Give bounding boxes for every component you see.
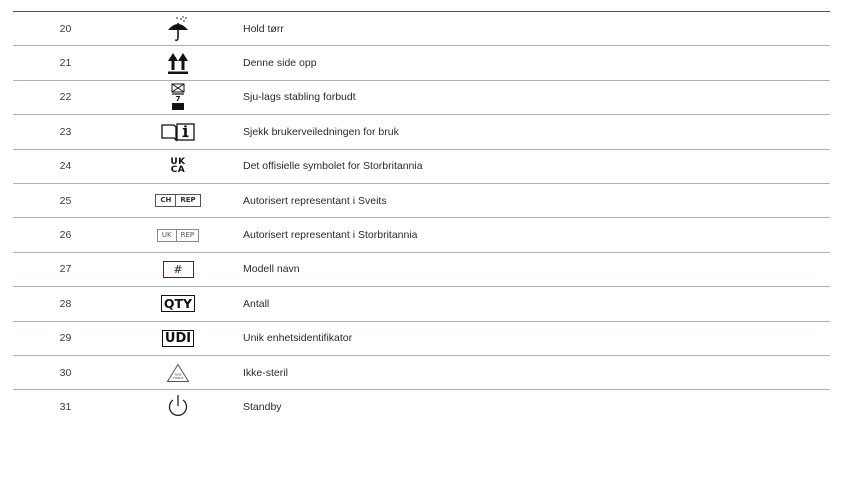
row-description: Unik enhetsidentifikator bbox=[243, 332, 353, 345]
table-row: 21 Denne side opp bbox=[13, 46, 830, 81]
stacking-limit-number: 7 bbox=[176, 95, 181, 103]
row-number: 29 bbox=[59, 332, 72, 345]
row-number: 30 bbox=[59, 366, 72, 379]
non-sterile-icon: NON STERILE bbox=[166, 363, 190, 382]
row-description: Hold tørr bbox=[243, 22, 284, 35]
row-number: 27 bbox=[59, 263, 72, 276]
table-row: 27 # Modell navn bbox=[13, 253, 830, 288]
row-description: Sju-lags stabling forbudt bbox=[243, 91, 356, 104]
instructions-for-use-icon bbox=[161, 123, 195, 142]
row-number: 24 bbox=[59, 160, 72, 173]
row-number: 25 bbox=[59, 194, 72, 207]
stacking-limit-icon: 7 bbox=[171, 83, 185, 111]
row-number: 31 bbox=[59, 401, 72, 414]
quantity-label: QTY bbox=[160, 295, 196, 313]
row-description: Det offisielle symbolet for Storbritanni… bbox=[243, 160, 423, 173]
row-description: Ikke-steril bbox=[243, 366, 288, 379]
row-number: 28 bbox=[59, 297, 72, 310]
row-description: Modell navn bbox=[243, 263, 300, 276]
table-row: 25 CH REP Autorisert representant i Svei… bbox=[13, 184, 830, 219]
table-row: 26 UK REP Autorisert representant i Stor… bbox=[13, 218, 830, 253]
table-row: 29 UDI Unik enhetsidentifikator bbox=[13, 322, 830, 356]
svg-text:STERILE: STERILE bbox=[173, 376, 184, 380]
svg-text:NON: NON bbox=[175, 372, 182, 376]
this-way-up-icon bbox=[168, 53, 188, 75]
row-description: Autorisert representant i Sveits bbox=[243, 194, 387, 207]
row-description: Autorisert representant i Storbritannia bbox=[243, 229, 418, 242]
table-row: 23 Sjekk brukerveiledningen for bruk bbox=[13, 115, 830, 150]
table-row: 30 NON STERILE Ikke-steril bbox=[13, 356, 830, 391]
row-description: Antall bbox=[243, 297, 270, 310]
ukca-mark: UK CA bbox=[170, 156, 186, 176]
row-number: 22 bbox=[59, 91, 72, 104]
udi-label: UDI bbox=[161, 329, 195, 347]
ch-rep-label: CH REP bbox=[155, 194, 201, 208]
model-number-icon: # bbox=[162, 260, 194, 278]
row-description: Denne side opp bbox=[243, 57, 317, 70]
standby-icon bbox=[168, 395, 188, 417]
row-number: 23 bbox=[59, 125, 72, 138]
uk-rep-label: UK REP bbox=[156, 228, 200, 242]
table-row: 31 Standby bbox=[13, 390, 830, 424]
row-number: 21 bbox=[59, 57, 72, 70]
row-description: Standby bbox=[243, 401, 282, 414]
symbols-table: 20 Hold tørr 21 Denne side opp 22 7 Sju-… bbox=[13, 8, 830, 425]
table-row: 20 Hold tørr bbox=[13, 12, 830, 47]
row-number: 26 bbox=[59, 229, 72, 242]
umbrella-icon bbox=[168, 15, 188, 41]
table-row: 22 7 Sju-lags stabling forbudt bbox=[13, 81, 830, 116]
table-row: 28 QTY Antall bbox=[13, 287, 830, 322]
row-description: Sjekk brukerveiledningen for bruk bbox=[243, 125, 399, 138]
table-row: 24 UK CA Det offisielle symbolet for Sto… bbox=[13, 150, 830, 184]
row-number: 20 bbox=[59, 22, 72, 35]
